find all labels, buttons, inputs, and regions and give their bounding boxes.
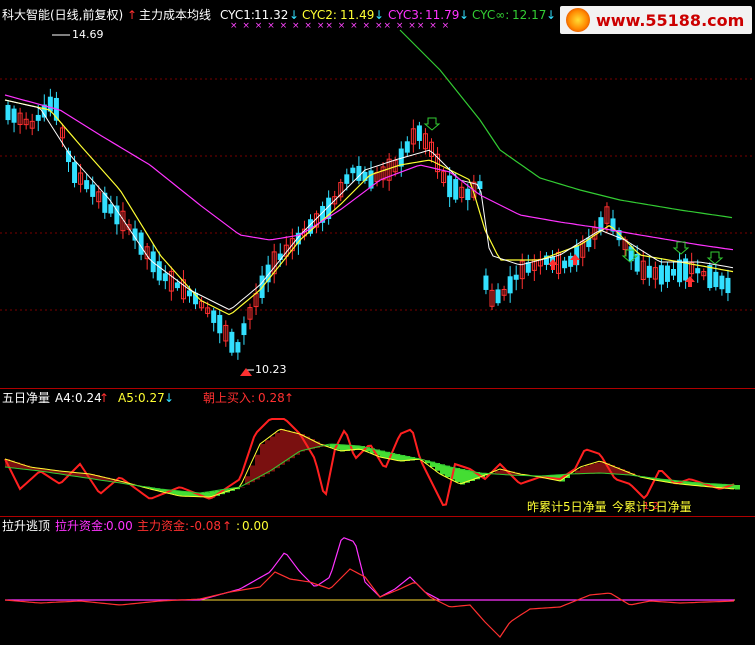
sell-signal-arrow-icon-2 [672,241,690,255]
candle-body-56 [344,174,350,184]
net-volume-fill [275,432,280,469]
candle-body-5 [35,114,41,121]
fund-flow-chart[interactable] [0,517,755,645]
candle-body-68 [416,125,422,141]
ma-white-line [4,99,734,311]
net-volume-fill [590,464,595,474]
ma-yellow-line [4,99,734,316]
candle-body-106 [646,265,652,278]
candle-body-1 [11,108,17,123]
low-marker-triangle-icon [240,368,252,376]
candle-body-28 [174,282,180,289]
net-volume-fill [585,465,590,474]
net-volume-fill [595,462,600,474]
net-volume-fill [270,436,275,472]
lift-fund-magenta-line [5,537,734,601]
price-chart[interactable]: 14.69 10.23 [0,0,755,388]
candle-body-92 [562,260,568,269]
candle-body-13 [84,180,90,190]
candle-body-76 [465,188,471,201]
candle-body-35 [217,314,223,334]
net-volume-fill [455,468,460,482]
candle-body-119 [725,277,731,294]
candle-body-81 [495,289,501,304]
candle-body-83 [507,276,513,294]
candle-body-110 [671,269,676,276]
candle-body-103 [628,246,634,262]
net-volume-fill [265,440,270,475]
candle-body-79 [483,275,489,290]
candle-body-109 [664,265,670,282]
candle-body-86 [525,262,531,273]
candle-body-108 [658,265,664,285]
candle-body-30 [187,290,192,297]
note-yesterday: 昨累计5日净量 [527,500,607,514]
candle-body-111 [677,259,683,283]
net-volume-fill [240,487,245,488]
net-volume-fill [280,429,285,465]
main-fund-red-line [4,568,735,638]
candle-body-74 [453,179,459,200]
low-price-label: 10.23 [255,363,287,376]
candle-body-114 [695,268,701,274]
net-volume-fill [735,485,740,490]
a5-yellow-line [4,428,735,498]
candle-body-38 [235,342,241,353]
net-volume-fill [290,431,295,459]
net-volume-fill [445,465,450,477]
candle-body-66 [404,141,410,153]
candle-body-118 [719,275,725,290]
sell-signal-arrow-icon-3 [706,251,724,265]
high-price-label: 14.69 [72,28,104,41]
candle-body-58 [356,165,362,181]
candle-body-11 [72,162,78,184]
candle-body-0 [5,104,11,121]
candle-body-84 [513,274,519,280]
candle-body-73 [447,175,453,198]
sell-signal-arrow-icon-0 [423,117,441,131]
net-volume-red-line [4,418,735,507]
net-volume-fill [255,454,260,480]
candle-body-37 [229,331,235,353]
candle-body-17 [108,204,114,214]
candle-body-39 [241,323,247,336]
candle-body-116 [707,265,713,289]
note-overlap: 1 2 [643,501,659,512]
candle-body-26 [162,273,168,282]
candle-body-14 [90,184,96,197]
net-volume-fill [285,430,290,462]
candle-body-25 [156,261,162,281]
candle-body-57 [350,167,356,174]
candle-body-7 [47,96,53,112]
net-volume-fill [260,444,265,477]
candle-body-117 [713,271,719,288]
candle-body-34 [211,310,217,323]
